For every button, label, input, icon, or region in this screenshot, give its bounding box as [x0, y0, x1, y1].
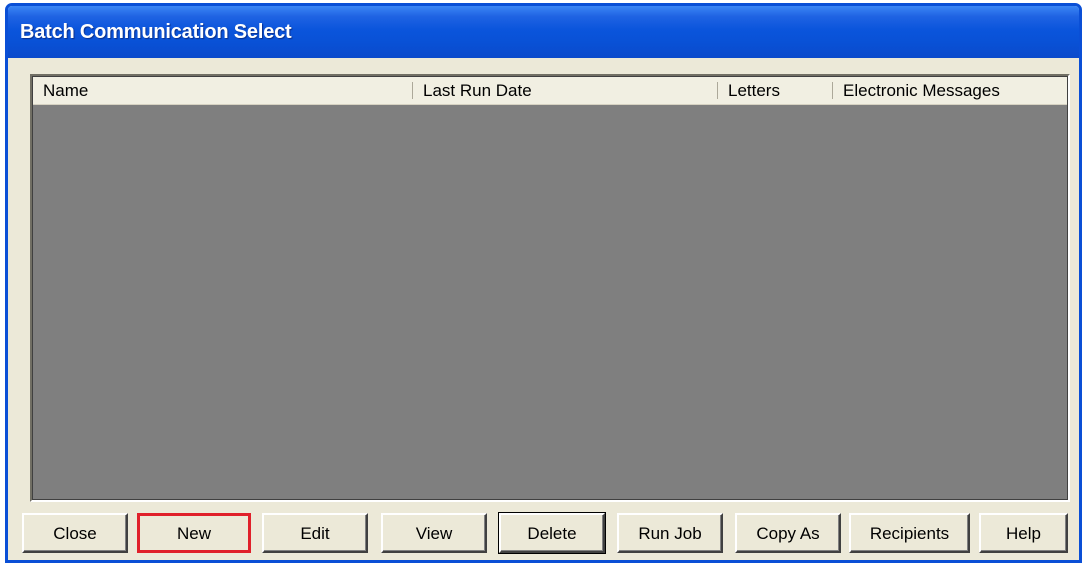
batch-communication-select-window: Batch Communication Select Name Last Run… [5, 3, 1082, 563]
list-header: Name Last Run Date Letters Electronic Me… [33, 77, 1067, 105]
recipients-button[interactable]: Recipients [849, 513, 970, 553]
run-job-button[interactable]: Run Job [617, 513, 723, 553]
view-button[interactable]: View [381, 513, 487, 553]
new-button[interactable]: New [137, 513, 251, 553]
column-header-last-run-date[interactable]: Last Run Date [413, 77, 718, 104]
column-header-electronic-messages[interactable]: Electronic Messages [833, 77, 1067, 104]
close-button[interactable]: Close [22, 513, 128, 553]
copy-as-button[interactable]: Copy As [735, 513, 841, 553]
dialog-client-area: Name Last Run Date Letters Electronic Me… [8, 58, 1079, 560]
delete-button[interactable]: Delete [498, 512, 606, 554]
edit-button[interactable]: Edit [262, 513, 368, 553]
column-header-name[interactable]: Name [33, 77, 413, 104]
title-bar[interactable]: Batch Communication Select [8, 6, 1079, 58]
button-bar: Close New Edit View Delete Run Job Copy … [8, 512, 1079, 555]
help-button[interactable]: Help [979, 513, 1068, 553]
window-title: Batch Communication Select [20, 20, 292, 43]
column-header-letters[interactable]: Letters [718, 77, 833, 104]
batch-list-view[interactable]: Name Last Run Date Letters Electronic Me… [30, 74, 1070, 502]
